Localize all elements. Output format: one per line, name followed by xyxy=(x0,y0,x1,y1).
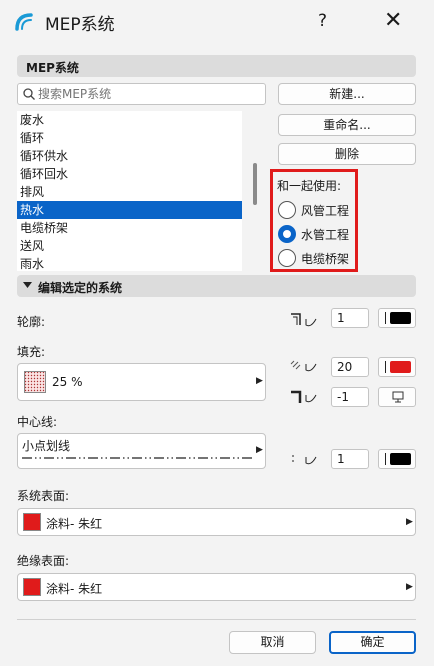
window-title: MEP系统 xyxy=(45,15,115,35)
title-bar: MEP系统 ? ✕ xyxy=(0,0,434,44)
centerline-label: 中心线: xyxy=(17,415,58,429)
list-item[interactable]: 排风 xyxy=(17,183,242,201)
centerline-dropdown[interactable]: 小点划线 ▶ xyxy=(17,433,266,469)
centerline-value: 小点划线 xyxy=(22,439,71,453)
edit-section-header[interactable]: 编辑选定的系统 xyxy=(17,275,416,297)
radio-duct-label: 风管工程 xyxy=(301,204,350,218)
search-icon xyxy=(23,88,35,100)
delete-button[interactable]: 删除 xyxy=(278,143,416,165)
rename-button[interactable]: 重命名... xyxy=(278,114,416,136)
mep-section-label: MEP系统 xyxy=(26,61,79,75)
system-surface-swatch xyxy=(23,513,41,531)
list-item[interactable]: 废水 xyxy=(17,111,242,129)
centerline-pen-color-button[interactable] xyxy=(378,449,416,469)
app-logo-icon xyxy=(15,13,33,31)
fill-pattern-icon xyxy=(24,371,46,393)
system-surface-label: 系统表面: xyxy=(17,489,70,503)
new-button[interactable]: 新建... xyxy=(278,83,416,105)
fill-value: 25 % xyxy=(52,375,83,389)
dropdown-arrow-icon: ▶ xyxy=(406,582,413,592)
centerline-pen-field[interactable]: 1 xyxy=(331,449,369,469)
fill-dropdown[interactable]: 25 % ▶ xyxy=(17,363,266,401)
use-with-group: 和一起使用: 风管工程 水管工程 电缆桥架 xyxy=(270,169,358,272)
radio-pipe-label: 水管工程 xyxy=(301,228,350,242)
outline-label: 轮廓: xyxy=(17,315,46,329)
radio-cable-tray-label: 电缆桥架 xyxy=(301,252,350,266)
outline-pen-color-button[interactable] xyxy=(378,308,416,328)
use-with-label: 和一起使用: xyxy=(277,179,342,193)
insulation-surface-swatch xyxy=(23,578,41,596)
insulation-surface-label: 绝缘表面: xyxy=(17,554,70,568)
list-item[interactable]: 送风 xyxy=(17,237,242,255)
collapse-triangle-icon xyxy=(23,282,32,288)
fill-label: 填充: xyxy=(17,345,46,359)
system-list[interactable]: 废水 循环 循环供水 循环回水 排风 热水 电缆桥架 送风 雨水 xyxy=(17,111,242,271)
centerline-color-swatch xyxy=(390,453,411,465)
list-item[interactable]: 循环 xyxy=(17,129,242,147)
centerline-pen-icon xyxy=(292,455,317,465)
insulation-surface-dropdown[interactable]: 涂料- 朱红 ▶ xyxy=(17,573,416,601)
search-input[interactable] xyxy=(38,85,260,103)
list-item[interactable]: 雨水 xyxy=(17,255,242,273)
search-box[interactable] xyxy=(17,83,266,105)
footer-separator xyxy=(17,619,416,620)
cancel-button[interactable]: 取消 xyxy=(229,631,316,654)
dropdown-arrow-icon: ▶ xyxy=(406,517,413,527)
list-item[interactable]: 电缆桥架 xyxy=(17,219,242,237)
outline-pen-icon xyxy=(291,313,317,327)
fill-background-pen-icon xyxy=(291,390,317,403)
fill-color-swatch xyxy=(390,361,411,373)
radio-duct[interactable] xyxy=(278,201,296,219)
insulation-surface-value: 涂料- 朱红 xyxy=(46,582,103,596)
radio-pipe[interactable] xyxy=(278,225,296,243)
fill-pen-field[interactable]: 20 xyxy=(331,357,369,377)
fill-pen-color-button[interactable] xyxy=(378,357,416,377)
help-button[interactable]: ? xyxy=(318,11,327,31)
list-item-selected[interactable]: 热水 xyxy=(17,201,242,219)
system-surface-value: 涂料- 朱红 xyxy=(46,517,103,531)
line-type-preview-icon xyxy=(22,457,252,459)
list-item[interactable]: 循环供水 xyxy=(17,147,242,165)
close-button[interactable]: ✕ xyxy=(384,8,402,33)
fill-pen-icon xyxy=(290,360,317,372)
fill-background-button[interactable] xyxy=(378,387,416,407)
outline-pen-field[interactable]: 1 xyxy=(331,308,369,328)
radio-cable-tray[interactable] xyxy=(278,249,296,267)
ok-button[interactable]: 确定 xyxy=(329,631,416,654)
system-surface-dropdown[interactable]: 涂料- 朱红 ▶ xyxy=(17,508,416,536)
fill-background-pen-field[interactable]: -1 xyxy=(331,387,369,407)
mep-section-header: MEP系统 xyxy=(17,55,416,77)
dropdown-arrow-icon: ▶ xyxy=(256,445,263,455)
dropdown-arrow-icon: ▶ xyxy=(256,376,263,386)
monitor-icon xyxy=(392,391,404,403)
list-scrollbar[interactable] xyxy=(253,163,257,205)
edit-section-label: 编辑选定的系统 xyxy=(38,281,123,295)
outline-color-swatch xyxy=(390,312,411,324)
list-item[interactable]: 循环回水 xyxy=(17,165,242,183)
